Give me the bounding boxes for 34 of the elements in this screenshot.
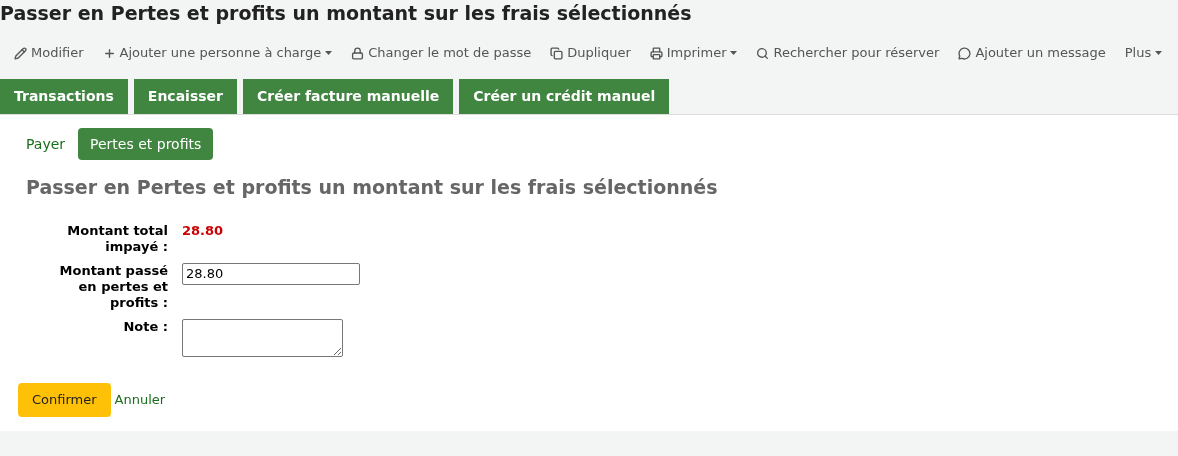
tab[interactable]: Créer un crédit manuel — [459, 79, 670, 114]
field-label: Montant total impayé : — [66, 222, 168, 255]
caret-icon — [325, 51, 333, 55]
caret-icon — [730, 51, 738, 55]
search-icon — [756, 46, 770, 60]
lock-icon — [351, 46, 365, 60]
toolbar-button[interactable]: Plus — [1124, 43, 1163, 63]
field-label: Note : — [122, 318, 168, 336]
tab[interactable]: Transactions — [0, 79, 128, 114]
pencil-icon — [14, 46, 27, 60]
toolbar-button[interactable]: Dupliquer — [550, 43, 631, 63]
printer-icon — [649, 46, 663, 60]
toolbar-button[interactable]: Ajouter une personne à charge — [102, 43, 333, 63]
note-field[interactable] — [182, 318, 343, 357]
tab[interactable]: Encaisser — [133, 79, 237, 114]
copy-icon — [550, 46, 564, 60]
toolbar-button[interactable]: Modifier — [14, 43, 84, 63]
cancel-link[interactable]: Annuler — [114, 389, 166, 410]
toolbar-button[interactable]: Imprimer — [649, 43, 738, 63]
page-title: Passer en Pertes et profits un montant sur les frais sélectionnés — [0, 1, 693, 25]
toolbar-button[interactable]: Changer le mot de passe — [351, 43, 532, 63]
amount-field[interactable]: 28.80 — [182, 262, 360, 285]
field-label: Montant passé en pertes et profits : — [58, 262, 168, 311]
speech-bubble-icon — [958, 46, 972, 60]
tab[interactable]: Créer facture manuelle — [242, 79, 454, 114]
confirm-button[interactable]: Confirmer — [18, 382, 111, 417]
total-amount: 28.80 — [182, 222, 225, 240]
caret-icon — [1155, 51, 1163, 55]
toolbar-button[interactable]: Ajouter un message — [958, 43, 1106, 63]
toolbar-button[interactable]: Rechercher pour réserver — [756, 43, 940, 63]
plus-icon — [102, 46, 116, 60]
sub-tab[interactable]: Payer — [26, 128, 66, 160]
sub-tab[interactable]: Pertes et profits — [78, 128, 214, 160]
form-heading: Passer en Pertes et profits un montant sur les frais sélectionnés — [26, 175, 719, 200]
